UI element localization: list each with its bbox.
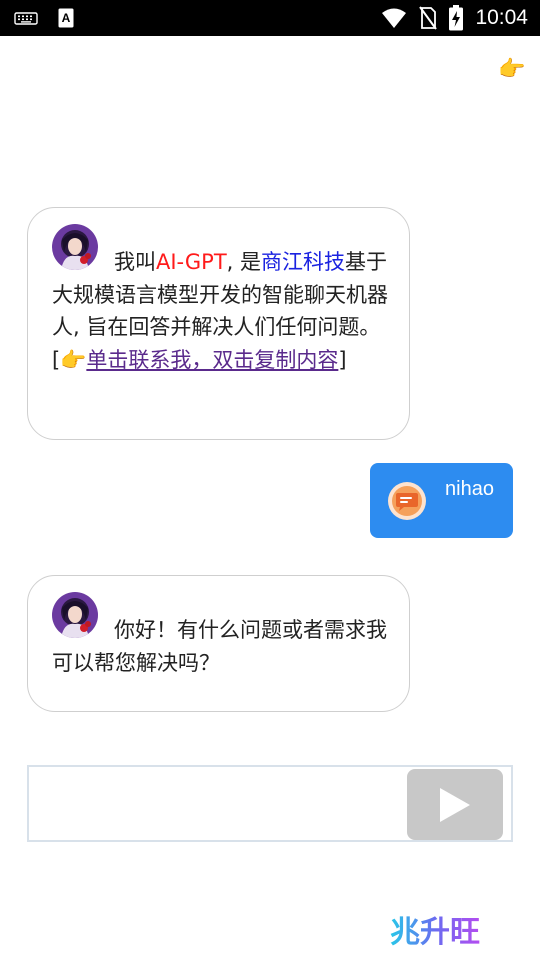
bracket-close: ]	[338, 347, 347, 372]
status-bar-right: 10:04	[381, 4, 528, 32]
company-name: 商江科技	[261, 250, 346, 274]
status-bar-left: A	[14, 8, 74, 28]
assistant-message-bubble[interactable]: 你好！有什么问题或者需求我可以帮您解决吗？	[27, 575, 410, 712]
assistant-message-text: 你好！有什么问题或者需求我可以帮您解决吗？	[52, 614, 392, 679]
assistant-message-text: 我叫AI-GPT, 是商江科技基于大规模语言模型开发的智能聊天机器人, 旨在回答…	[52, 246, 392, 376]
no-sim-icon	[419, 6, 438, 30]
chat-bubble-icon	[388, 482, 426, 520]
send-button[interactable]	[407, 769, 503, 840]
message-input[interactable]	[27, 765, 513, 842]
intro-text: 我叫	[114, 250, 156, 274]
bot-name: AI-GPT	[156, 250, 227, 274]
brand-text: 兆升旺	[390, 915, 480, 950]
user-message-bubble[interactable]: nihao	[370, 463, 513, 538]
status-bar: A 10:04	[0, 0, 540, 36]
wifi-icon	[382, 8, 407, 28]
pointing-hand-icon[interactable]: 👉	[498, 56, 525, 84]
play-triangle-icon	[440, 787, 470, 822]
status-time: 10:04	[475, 6, 528, 29]
battery-charging-icon	[449, 5, 464, 31]
reply-text: 你好！有什么问题或者需求我可以帮您解决吗？	[52, 618, 387, 675]
pointing-hand-icon: 👉	[60, 347, 87, 372]
separator-text: , 是	[226, 250, 262, 274]
user-message-text: nihao	[445, 478, 494, 500]
keyboard-icon	[14, 12, 38, 25]
assistant-message-bubble[interactable]: 我叫AI-GPT, 是商江科技基于大规模语言模型开发的智能聊天机器人, 旨在回答…	[27, 207, 410, 440]
svg-text:A: A	[62, 11, 71, 25]
contact-link[interactable]: 单击联系我，双击复制内容	[86, 348, 338, 372]
font-a-icon: A	[58, 8, 74, 28]
brand-logo: 兆升旺	[388, 908, 492, 952]
